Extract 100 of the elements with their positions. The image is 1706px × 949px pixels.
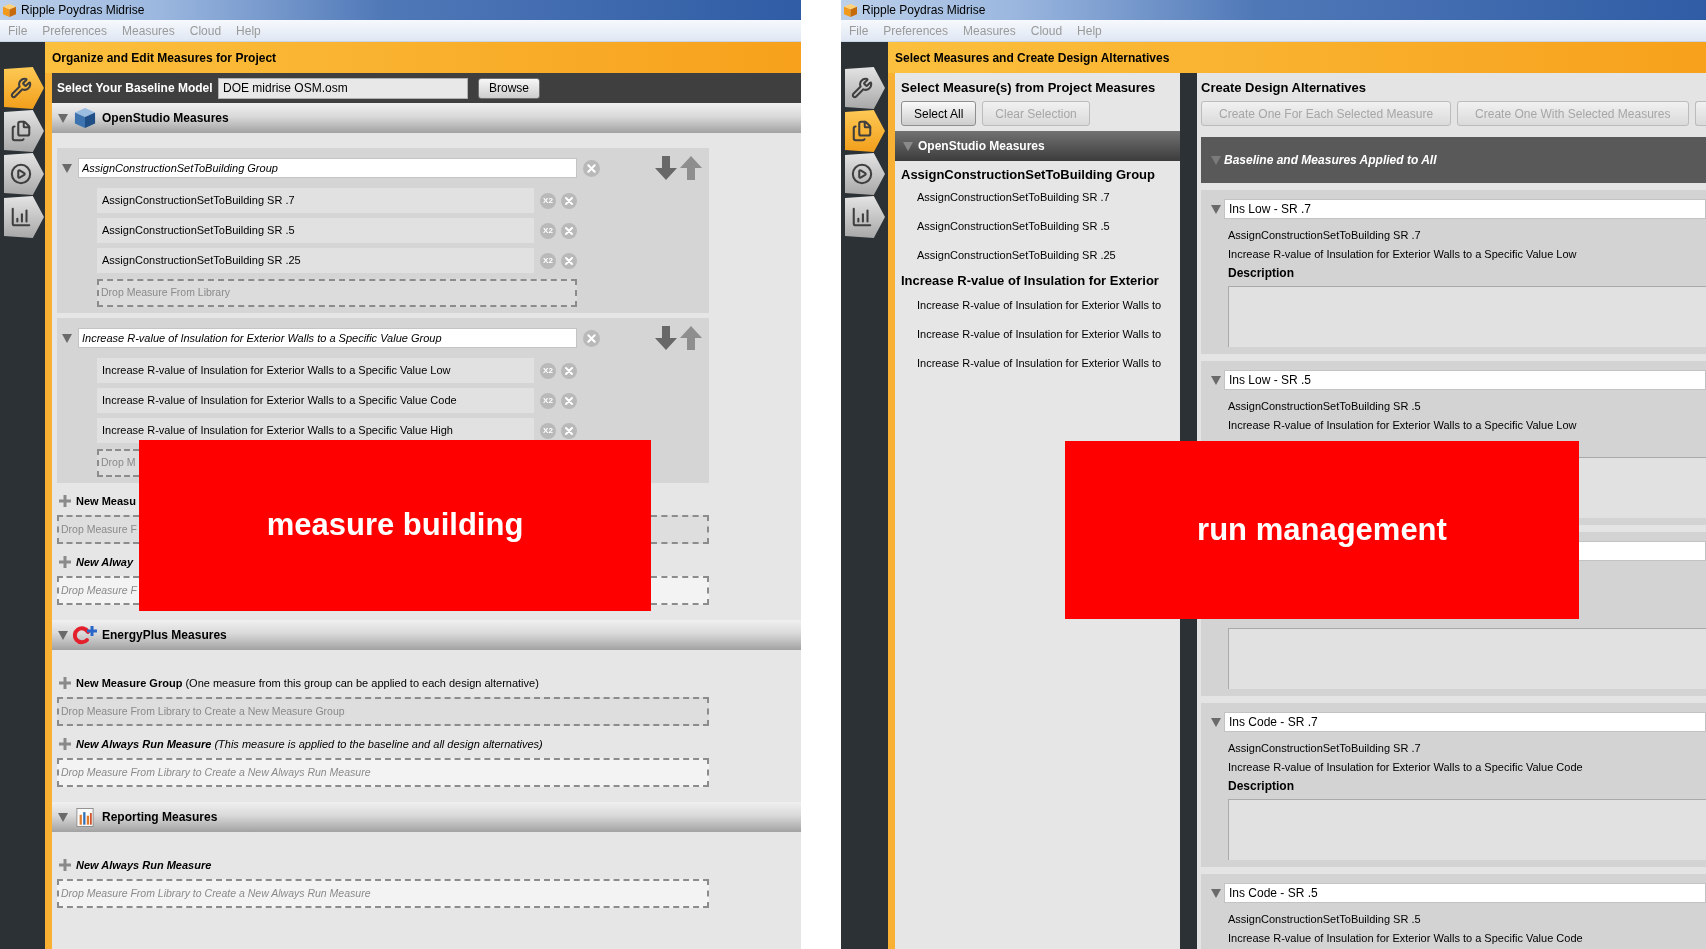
measure-list-item[interactable]: AssignConstructionSetToBuilding SR .7 bbox=[895, 183, 1180, 212]
alternative-name-field[interactable]: Ins Low - SR .7 bbox=[1224, 199, 1706, 219]
measure-item[interactable]: Increase R-value of Insulation for Exterior Walls to a Specific Value Low bbox=[97, 358, 534, 383]
close-icon[interactable] bbox=[583, 329, 600, 347]
page-header: Organize and Edit Measures for Project bbox=[45, 42, 801, 73]
wrench-icon bbox=[9, 77, 32, 99]
toolbar-button[interactable] bbox=[1694, 101, 1706, 126]
measure-item[interactable]: Increase R-value of Insulation for Exterior Walls to a Specific Value Code bbox=[97, 388, 534, 413]
baseline-title: Baseline and Measures Applied to All bbox=[1224, 152, 1437, 169]
cube-icon bbox=[3, 3, 16, 17]
documents-icon bbox=[9, 120, 32, 142]
measure-list-item[interactable]: Increase R-value of Insulation for Exterior Walls to bbox=[895, 320, 1180, 349]
down-arrow-icon[interactable] bbox=[655, 156, 677, 180]
section-header[interactable]: OpenStudio Measures bbox=[895, 131, 1180, 161]
page-header: Select Measures and Create Design Alternatives bbox=[888, 42, 1706, 73]
section-title: Reporting Measures bbox=[102, 809, 218, 826]
applied-measure: AssignConstructionSetToBuilding SR .5 bbox=[1228, 912, 1421, 927]
description-field[interactable] bbox=[1228, 286, 1706, 347]
caret-icon[interactable] bbox=[1211, 204, 1221, 214]
close-icon[interactable] bbox=[583, 159, 600, 177]
applied-measure: AssignConstructionSetToBuilding SR .7 bbox=[1228, 741, 1421, 756]
group-heading: AssignConstructionSetToBuilding Group bbox=[901, 167, 1155, 183]
close-icon[interactable] bbox=[561, 192, 577, 209]
side-tab[interactable] bbox=[4, 196, 44, 238]
measure-list-item[interactable]: Increase R-value of Insulation for Exterior Walls to bbox=[895, 291, 1180, 320]
drop-zone[interactable] bbox=[651, 576, 709, 605]
caret-icon[interactable] bbox=[1211, 717, 1221, 727]
group-name-field[interactable]: Increase R-value of Insulation for Exterior Walls to a Specific Value Group bbox=[78, 328, 577, 348]
side-tab[interactable] bbox=[845, 110, 885, 152]
caret-icon[interactable] bbox=[62, 163, 72, 173]
caret-icon[interactable] bbox=[903, 141, 913, 151]
measure-list-item[interactable]: AssignConstructionSetToBuilding SR .25 bbox=[895, 241, 1180, 270]
applied-measure: Increase R-value of Insulation for Exterior Walls to a Specific Value Code bbox=[1228, 760, 1583, 775]
ring-plus-icon bbox=[72, 625, 98, 645]
play-icon bbox=[850, 163, 873, 185]
cube-icon bbox=[844, 3, 857, 17]
side-tab[interactable] bbox=[845, 153, 885, 195]
side-tab[interactable] bbox=[4, 67, 44, 109]
side-tab[interactable] bbox=[4, 110, 44, 152]
up-arrow-icon[interactable] bbox=[680, 156, 702, 180]
applied-measure: AssignConstructionSetToBuilding SR .5 bbox=[1228, 399, 1421, 414]
caret-icon[interactable] bbox=[58, 812, 68, 822]
bar-chart-icon bbox=[850, 206, 873, 228]
side-tab[interactable] bbox=[845, 196, 885, 238]
baseline-header[interactable]: Baseline and Measures Applied to All bbox=[1201, 137, 1706, 183]
up-arrow-icon[interactable] bbox=[680, 326, 702, 350]
window-title: Ripple Poydras Midrise bbox=[862, 3, 986, 17]
always-run-label: New Always Run Measure bbox=[76, 858, 212, 872]
section-header[interactable]: OpenStudio Measures bbox=[52, 103, 801, 133]
baseline-label: Select Your Baseline Model bbox=[57, 80, 214, 97]
always-run-label: New Always Run Measure (This measure is applied to the baseline and all design alternatives) bbox=[76, 737, 543, 751]
description-field[interactable] bbox=[1228, 799, 1706, 860]
alternative-name-field[interactable] bbox=[1579, 541, 1706, 561]
caret-icon[interactable] bbox=[1211, 375, 1221, 385]
section-title: OpenStudio Measures bbox=[102, 110, 229, 127]
wrench-icon bbox=[850, 77, 873, 99]
caret-icon[interactable] bbox=[1211, 155, 1221, 165]
drop-zone[interactable] bbox=[651, 515, 709, 544]
close-icon[interactable] bbox=[561, 392, 577, 409]
report-chart-icon bbox=[76, 806, 94, 828]
section-header[interactable]: EnergyPlus Measures bbox=[52, 620, 801, 650]
documents-icon bbox=[850, 120, 873, 142]
play-icon bbox=[9, 163, 32, 185]
browse-button[interactable]: Browse bbox=[478, 77, 540, 99]
close-icon[interactable] bbox=[561, 252, 577, 269]
measure-item[interactable]: AssignConstructionSetToBuilding SR .5 bbox=[97, 218, 534, 243]
section-header[interactable]: Reporting Measures bbox=[52, 802, 801, 832]
alternative-name-field[interactable]: Ins Code - SR .5 bbox=[1224, 883, 1706, 903]
close-icon[interactable] bbox=[561, 422, 577, 439]
plus-icon bbox=[59, 738, 71, 750]
caret-icon[interactable] bbox=[1211, 888, 1221, 898]
alternative-name-field[interactable]: Ins Low - SR .5 bbox=[1224, 370, 1706, 390]
side-tab[interactable] bbox=[845, 67, 885, 109]
description-label: Description bbox=[1228, 266, 1294, 281]
alternative-name-field[interactable]: Ins Code - SR .7 bbox=[1224, 712, 1706, 732]
group-name-field[interactable]: AssignConstructionSetToBuilding Group bbox=[78, 158, 577, 178]
description-field[interactable] bbox=[1579, 457, 1706, 518]
caret-icon[interactable] bbox=[58, 113, 68, 123]
cube-icon bbox=[74, 107, 96, 129]
measure-item[interactable]: AssignConstructionSetToBuilding SR .7 bbox=[97, 188, 534, 213]
window-title: Ripple Poydras Midrise bbox=[21, 3, 145, 17]
baseline-model-field[interactable]: DOE midrise OSM.osm bbox=[218, 77, 468, 99]
close-icon[interactable] bbox=[561, 362, 577, 379]
always-run-label: New Alway bbox=[76, 555, 134, 569]
caret-icon[interactable] bbox=[58, 630, 68, 640]
description-field[interactable] bbox=[1228, 628, 1706, 689]
measure-item[interactable]: AssignConstructionSetToBuilding SR .25 bbox=[97, 248, 534, 273]
down-arrow-icon[interactable] bbox=[655, 326, 677, 350]
applied-measure: Increase R-value of Insulation for Exterior Walls to a Specific Value Code bbox=[1228, 931, 1583, 946]
side-tab[interactable] bbox=[4, 153, 44, 195]
close-icon[interactable] bbox=[561, 222, 577, 239]
action-button[interactable]: Select All bbox=[901, 101, 977, 126]
plus-icon bbox=[59, 495, 71, 507]
group-heading: Increase R-value of Insulation for Exterior bbox=[901, 273, 1159, 289]
section-title: OpenStudio Measures bbox=[918, 138, 1045, 155]
measure-list-item[interactable]: AssignConstructionSetToBuilding SR .5 bbox=[895, 212, 1180, 241]
applied-measure: Increase R-value of Insulation for Exterior Walls to a Specific Value Low bbox=[1228, 418, 1577, 433]
caret-icon[interactable] bbox=[62, 333, 72, 343]
measure-list-item[interactable]: Increase R-value of Insulation for Exterior Walls to bbox=[895, 349, 1180, 378]
plus-icon bbox=[59, 556, 71, 568]
